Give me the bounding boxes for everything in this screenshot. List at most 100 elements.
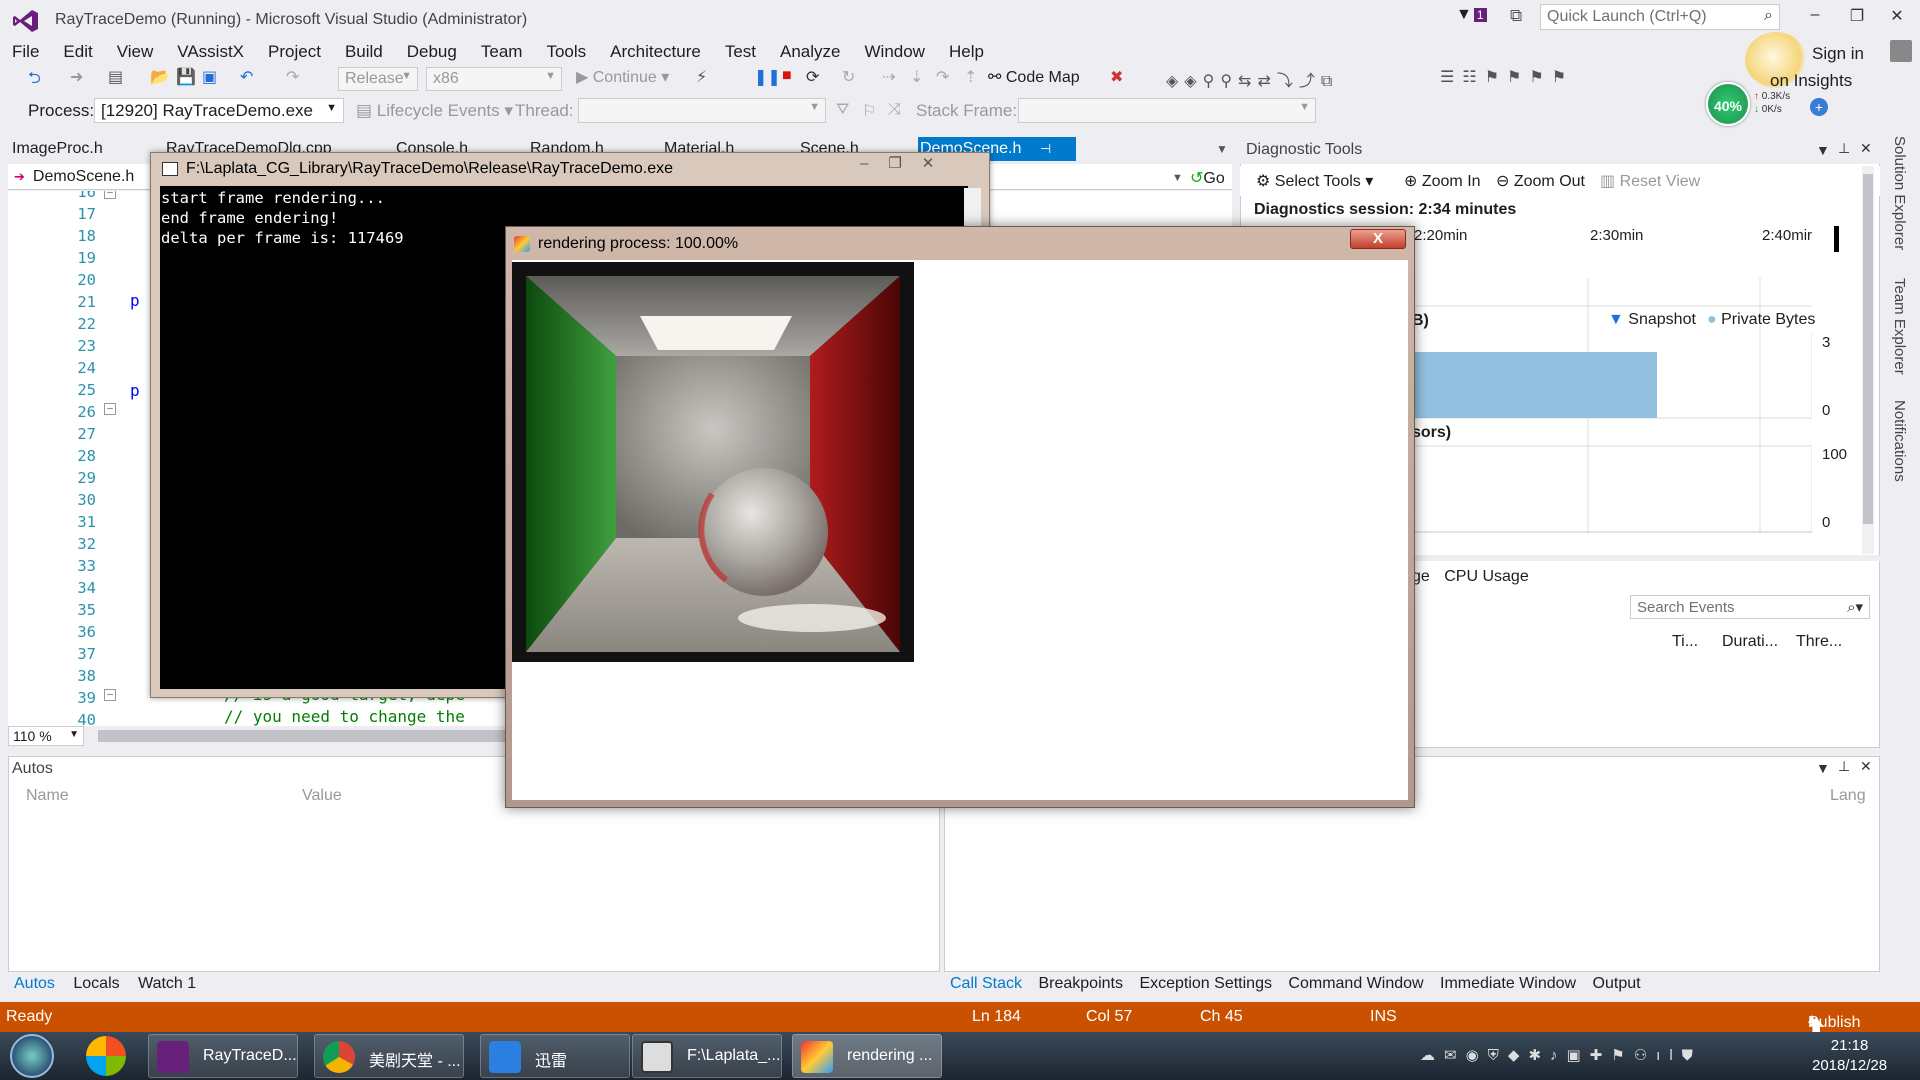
thread-marker-icon[interactable]: ⤨ bbox=[888, 101, 901, 119]
call-stack-column-lang[interactable]: Lang bbox=[1830, 787, 1866, 805]
code-map-button[interactable]: ⚯ Code Map bbox=[988, 67, 1080, 87]
column-time[interactable]: Ti... bbox=[1672, 633, 1698, 651]
stack-frame-dropdown[interactable]: ▼ bbox=[1018, 98, 1316, 123]
pin-icon[interactable]: ⊥ bbox=[1838, 140, 1850, 157]
save-all-icon[interactable]: ▣ bbox=[202, 67, 217, 87]
taskbar-clock[interactable]: 21:18 2018/12/28 bbox=[1812, 1036, 1887, 1076]
select-tools-button[interactable]: ⚙ Select Tools ▾ bbox=[1256, 171, 1373, 191]
tab-overflow-icon[interactable]: ▼ bbox=[1216, 142, 1228, 156]
vassistx-toolbar-icons[interactable]: ◈◈⚲⚲⇆⇄⤵⤴⧉ bbox=[1166, 67, 1338, 91]
filter-icon[interactable]: ⛛ bbox=[836, 101, 849, 119]
plus-icon[interactable]: + bbox=[1810, 98, 1828, 116]
taskbar-item-console[interactable]: F:\Laplata_... bbox=[632, 1034, 782, 1078]
process-icon[interactable]: ⚡ bbox=[696, 67, 707, 87]
tab-locals[interactable]: Locals bbox=[73, 975, 119, 992]
stop-icon[interactable]: ■ bbox=[782, 67, 792, 85]
start-button[interactable] bbox=[10, 1034, 54, 1078]
step-back-icon[interactable]: ⇡ bbox=[964, 67, 977, 87]
scrollbar-thumb[interactable] bbox=[1863, 174, 1873, 524]
new-project-icon[interactable]: ▤ bbox=[108, 67, 123, 87]
minimize-button[interactable]: – bbox=[1800, 6, 1830, 32]
continue-button[interactable]: ▶ Continue ▾ bbox=[576, 67, 669, 87]
system-tray-icons[interactable]: ☁✉◉⛨◆✱♪▣✚⚑⚇ıl⛊ bbox=[1420, 1046, 1702, 1064]
back-icon[interactable]: ⮌ bbox=[28, 67, 41, 94]
menu-window[interactable]: Window bbox=[853, 42, 937, 62]
go-button[interactable]: ↺Go bbox=[1190, 168, 1225, 188]
step-into-icon[interactable]: ⇢ bbox=[882, 67, 895, 87]
tab-breakpoints[interactable]: Breakpoints bbox=[1038, 975, 1123, 992]
collapse-icon[interactable]: – bbox=[104, 191, 116, 199]
column-thread[interactable]: Thre... bbox=[1796, 633, 1842, 651]
menu-file[interactable]: File bbox=[0, 42, 51, 62]
sign-in-link[interactable]: Sign in bbox=[1812, 44, 1864, 64]
console-window-controls[interactable]: –❐✕ bbox=[860, 154, 954, 172]
panel-menu-icon[interactable]: ▼ bbox=[1816, 760, 1830, 776]
platform-dropdown[interactable]: x86 ▼ bbox=[426, 67, 562, 91]
text-editor-toolbar-icons[interactable]: ☰☷⚑⚑⚑⚑ bbox=[1440, 67, 1574, 87]
undo-icon[interactable]: ↶ bbox=[240, 67, 253, 87]
feedback-flag[interactable]: ▼ 1 bbox=[1456, 6, 1487, 24]
menu-help[interactable]: Help bbox=[937, 42, 996, 62]
process-dropdown[interactable]: [12920] RayTraceDemo.exe ▼ bbox=[94, 98, 344, 123]
taskbar-item-chrome[interactable]: 美剧天堂 - ... bbox=[314, 1034, 464, 1078]
collapse-icon[interactable]: – bbox=[104, 689, 116, 701]
tab-watch-1[interactable]: Watch 1 bbox=[138, 975, 196, 992]
publish-button[interactable]: 🡅 Publish ▴ bbox=[1808, 1008, 1860, 1034]
tab-autos[interactable]: Autos bbox=[14, 975, 55, 992]
account-icon[interactable] bbox=[1890, 40, 1912, 62]
pause-icon[interactable]: ❚❚ bbox=[754, 67, 781, 87]
autos-column-name[interactable]: Name bbox=[26, 787, 69, 805]
menu-test[interactable]: Test bbox=[713, 42, 768, 62]
quick-launch-input[interactable]: Quick Launch (Ctrl+Q) ⌕ bbox=[1540, 4, 1780, 30]
tab-imageproc[interactable]: ImageProc.h bbox=[12, 140, 103, 158]
taskbar-item-rendering[interactable]: rendering ... bbox=[792, 1034, 942, 1078]
flag-thread-icon[interactable]: ⚐ bbox=[862, 101, 876, 121]
pinned-app-icon[interactable] bbox=[86, 1036, 126, 1076]
taskbar-item-visual-studio[interactable]: RayTraceD... bbox=[148, 1034, 298, 1078]
breakpoint-toggle-icon[interactable]: ✖ bbox=[1110, 67, 1123, 87]
search-events-input[interactable]: Search Events ⌕▾ bbox=[1630, 595, 1870, 619]
tab-call-stack[interactable]: Call Stack bbox=[950, 975, 1022, 992]
feedback-icon[interactable]: ⧉ bbox=[1510, 6, 1522, 26]
timeline-cursor[interactable] bbox=[1834, 226, 1839, 252]
open-file-icon[interactable]: 📂 bbox=[150, 67, 170, 87]
zoom-in-button[interactable]: ⊕ Zoom In bbox=[1404, 171, 1481, 191]
menu-analyze[interactable]: Analyze bbox=[768, 42, 852, 62]
restore-button[interactable]: ❐ bbox=[1842, 6, 1872, 32]
diagnostic-vertical-scrollbar[interactable] bbox=[1862, 166, 1874, 554]
pin-icon[interactable]: ⊣ bbox=[1040, 141, 1051, 156]
network-speed-widget[interactable]: 40% ↑ 0.3K/s ↓ 0K/s + bbox=[1706, 82, 1828, 130]
zoom-level-dropdown[interactable]: 110 % ▼ bbox=[8, 726, 84, 746]
menu-debug[interactable]: Debug bbox=[395, 42, 469, 62]
zoom-out-button[interactable]: ⊖ Zoom Out bbox=[1496, 171, 1585, 191]
reset-view-button[interactable]: ▥ Reset View bbox=[1600, 171, 1700, 191]
side-tab-notifications[interactable]: Notifications bbox=[1891, 400, 1908, 482]
tab-output[interactable]: Output bbox=[1593, 975, 1641, 992]
collapse-icon[interactable]: – bbox=[104, 403, 116, 415]
menu-view[interactable]: View bbox=[105, 42, 166, 62]
nav-crumb[interactable]: DemoScene.h bbox=[14, 168, 134, 186]
menu-build[interactable]: Build bbox=[333, 42, 395, 62]
menu-project[interactable]: Project bbox=[256, 42, 333, 62]
show-next-statement-icon[interactable]: ↻ bbox=[842, 67, 855, 87]
rendering-close-button[interactable]: X bbox=[1350, 229, 1406, 249]
configuration-dropdown[interactable]: Release ▼ bbox=[338, 67, 418, 91]
step-out-icon[interactable]: ↷ bbox=[936, 67, 949, 87]
redo-icon[interactable]: ↷ bbox=[286, 67, 299, 87]
tab-immediate-window[interactable]: Immediate Window bbox=[1440, 975, 1576, 992]
save-icon[interactable]: 💾 bbox=[176, 67, 196, 87]
side-tab-solution-explorer[interactable]: Solution Explorer bbox=[1891, 136, 1908, 250]
step-over-icon[interactable]: ⇣ bbox=[910, 67, 923, 87]
pin-icon[interactable]: ⊥ bbox=[1838, 758, 1850, 775]
menu-tools[interactable]: Tools bbox=[534, 42, 598, 62]
chevron-down-icon[interactable]: ▼ bbox=[1172, 172, 1183, 184]
thread-dropdown[interactable]: ▼ bbox=[578, 98, 826, 123]
menu-team[interactable]: Team bbox=[469, 42, 535, 62]
restart-icon[interactable]: ⟳ bbox=[806, 67, 819, 87]
column-duration[interactable]: Durati... bbox=[1722, 633, 1778, 651]
taskbar-item-xunlei[interactable]: 迅雷 bbox=[480, 1034, 630, 1078]
autos-column-value[interactable]: Value bbox=[302, 787, 342, 805]
tab-command-window[interactable]: Command Window bbox=[1288, 975, 1423, 992]
close-panel-icon[interactable]: ✕ bbox=[1860, 140, 1872, 157]
menu-vassistx[interactable]: VAssistX bbox=[165, 42, 256, 62]
